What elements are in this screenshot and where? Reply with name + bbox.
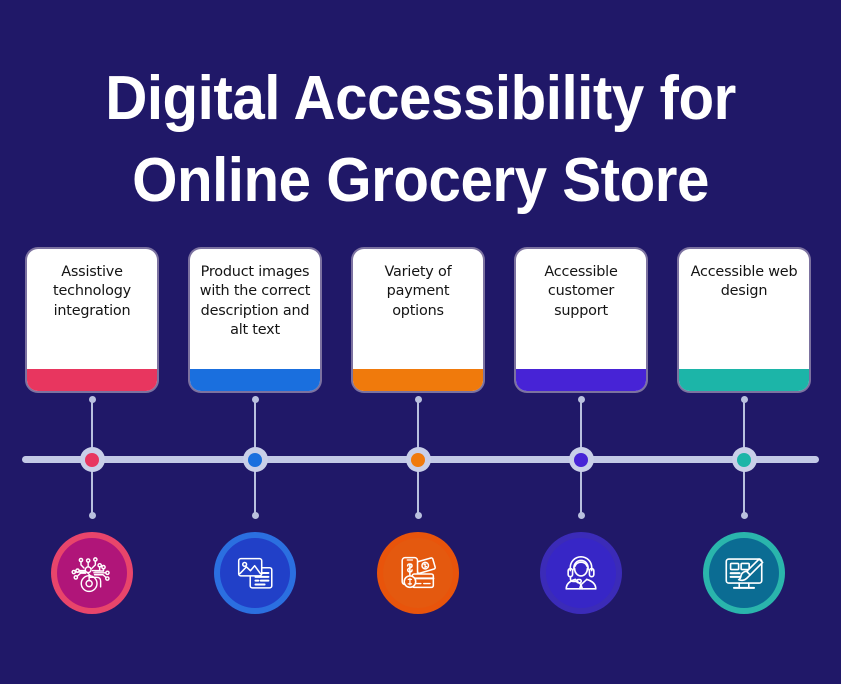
icon-circle-4[interactable] xyxy=(540,532,622,614)
image-with-alt-text-icon xyxy=(232,550,278,596)
step-card-2-accent-bar xyxy=(190,369,320,391)
timeline-node-2[interactable] xyxy=(242,447,268,472)
step-card-1[interactable]: Assistive technology integration xyxy=(27,249,157,391)
step-card-3[interactable]: Variety of payment options xyxy=(353,249,483,391)
step-card-5-accent-bar xyxy=(679,369,809,391)
icon-circle-3[interactable] xyxy=(377,532,459,614)
timeline-node-3[interactable] xyxy=(405,447,431,472)
timeline-node-4-dot xyxy=(574,452,588,467)
timeline-node-1[interactable] xyxy=(79,447,105,472)
web-design-monitor-brush-icon xyxy=(721,550,767,596)
customer-support-headset-icon xyxy=(558,550,604,596)
connector-down-cap-2 xyxy=(251,512,259,519)
step-card-2-label: Product images with the correct descript… xyxy=(199,264,311,339)
step-card-3-accent-bar xyxy=(353,369,483,391)
step-card-5-label: Accessible web design xyxy=(690,264,798,300)
step-card-1-label: Assistive technology integration xyxy=(53,264,131,319)
connector-up-cap-4 xyxy=(577,396,585,403)
connector-up-cap-3 xyxy=(414,396,422,403)
page-title-line-2: Online Grocery Store xyxy=(132,146,709,215)
step-card-1-accent-bar xyxy=(27,369,157,391)
connector-down-cap-4 xyxy=(577,512,585,519)
step-card-4-accent-bar xyxy=(516,369,646,391)
timeline-node-3-dot xyxy=(411,452,425,467)
connector-up-cap-5 xyxy=(740,396,748,403)
connector-down-cap-3 xyxy=(414,512,422,519)
infographic-canvas: Digital Accessibility for Online Grocery… xyxy=(0,0,841,684)
step-card-4[interactable]: Accessible customer support xyxy=(516,249,646,391)
timeline-node-5-dot xyxy=(737,452,751,467)
connector-up-1 xyxy=(91,398,93,450)
page-title-line-1: Digital Accessibility for xyxy=(105,64,736,133)
connector-up-2 xyxy=(254,398,256,450)
timeline-node-1-dot xyxy=(85,452,99,467)
connector-up-cap-1 xyxy=(88,396,96,403)
icon-circle-2[interactable] xyxy=(214,532,296,614)
step-card-2[interactable]: Product images with the correct descript… xyxy=(190,249,320,391)
icon-circle-1[interactable] xyxy=(51,532,133,614)
connector-up-5 xyxy=(743,398,745,450)
page-title: Digital Accessibility for Online Grocery… xyxy=(0,58,841,222)
connector-up-cap-2 xyxy=(251,396,259,403)
step-card-3-label: Variety of payment options xyxy=(384,264,452,319)
payment-options-icon xyxy=(395,550,441,596)
timeline-node-2-dot xyxy=(248,452,262,467)
cards-row: Assistive technology integration Product… xyxy=(0,249,841,391)
connector-down-cap-5 xyxy=(740,512,748,519)
step-card-4-label: Accessible customer support xyxy=(544,264,618,319)
timeline-node-5[interactable] xyxy=(731,447,757,472)
step-card-5[interactable]: Accessible web design xyxy=(679,249,809,391)
connector-up-4 xyxy=(580,398,582,450)
timeline-node-4[interactable] xyxy=(568,447,594,472)
assistive-technology-icon xyxy=(69,550,115,596)
icon-circle-5[interactable] xyxy=(703,532,785,614)
connector-down-cap-1 xyxy=(88,512,96,519)
connector-up-3 xyxy=(417,398,419,450)
